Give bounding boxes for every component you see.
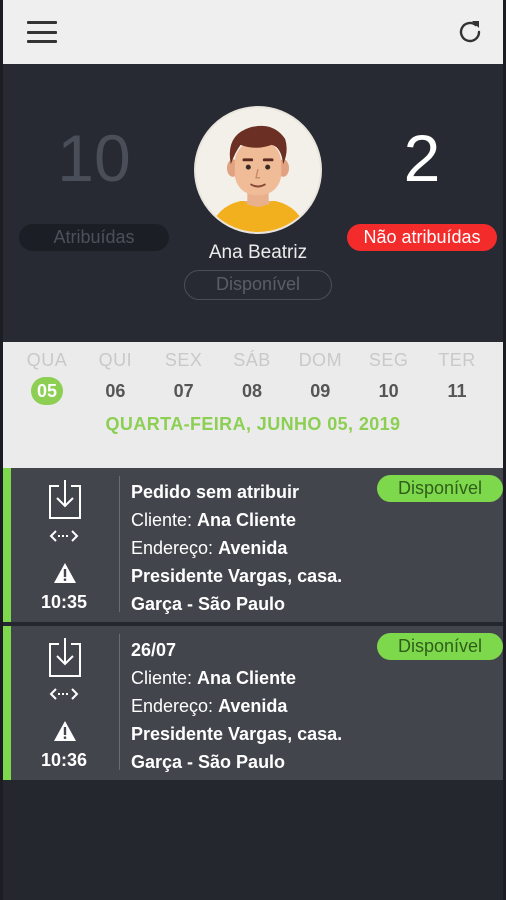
transfer-arrows-icon[interactable] xyxy=(49,528,79,544)
address-line-2: Presidente Vargas, casa. xyxy=(131,724,343,744)
order-time: 10:35 xyxy=(40,592,88,612)
order-actions: 10:36 xyxy=(11,626,117,780)
client-label: Cliente: xyxy=(131,510,193,530)
address-line-1: Avenida xyxy=(218,538,288,558)
day-date: 06 xyxy=(105,381,126,401)
order-actions: 10:35 xyxy=(11,468,117,622)
divider xyxy=(119,634,120,770)
day-name: QUI xyxy=(98,350,133,370)
day-item-sab[interactable]: SÁB 08 xyxy=(218,350,286,405)
selected-date-label: QUARTA-FEIRA, JUNHO 05, 2019 xyxy=(105,414,401,434)
order-time: 10:36 xyxy=(40,750,88,770)
day-date: 07 xyxy=(173,381,194,401)
calendar-strip: QUA 05 QUI 06 SEX 07 SÁB 08 DOM 09 SEG 1… xyxy=(3,342,503,468)
day-date: 11 xyxy=(447,381,467,401)
day-date: 10 xyxy=(378,381,399,401)
day-name: SEG xyxy=(368,350,409,370)
user-status-button[interactable]: Disponível xyxy=(184,270,332,300)
client-name: Ana Cliente xyxy=(197,668,297,688)
day-name: SEX xyxy=(164,350,203,370)
refresh-icon[interactable] xyxy=(455,17,485,47)
day-item-dom[interactable]: DOM 09 xyxy=(286,350,354,405)
order-title: Pedido sem atribuir xyxy=(131,482,300,502)
address-line-1: Avenida xyxy=(218,696,288,716)
warning-icon xyxy=(54,721,76,741)
assigned-button[interactable]: Atribuídas xyxy=(19,224,169,251)
day-item-qui[interactable]: QUI 06 xyxy=(81,350,149,405)
order-card[interactable]: 10:36 26/07 Cliente: Ana Cliente Endereç… xyxy=(3,626,503,780)
day-item-qua[interactable]: QUA 05 xyxy=(13,350,81,405)
address-label: Endereço: xyxy=(131,696,214,716)
address-line-2: Presidente Vargas, casa. xyxy=(131,566,343,586)
unassigned-button[interactable]: Não atribuídas xyxy=(347,224,497,251)
day-name: SÁB xyxy=(233,350,271,370)
client-label: Cliente: xyxy=(131,668,193,688)
user-avatar-icon xyxy=(196,108,320,232)
menu-icon[interactable] xyxy=(27,21,57,43)
order-details: Pedido sem atribuir Cliente: Ana Cliente… xyxy=(131,478,421,618)
warning-icon xyxy=(54,563,76,583)
day-item-sex[interactable]: SEX 07 xyxy=(150,350,218,405)
assigned-count: 10 xyxy=(57,121,131,195)
client-name: Ana Cliente xyxy=(197,510,297,530)
status-badge: Disponível xyxy=(377,633,503,660)
unassigned-count: 2 xyxy=(403,121,441,195)
day-date: 09 xyxy=(310,381,331,401)
divider xyxy=(119,476,120,612)
day-item-seg[interactable]: SEG 10 xyxy=(355,350,423,405)
order-details: 26/07 Cliente: Ana Cliente Endereço: Ave… xyxy=(131,636,421,776)
transfer-arrows-icon[interactable] xyxy=(49,686,79,702)
user-name: Ana Beatriz xyxy=(208,242,308,263)
day-name: TER xyxy=(438,350,476,370)
order-card[interactable]: 10:35 Pedido sem atribuir Cliente: Ana C… xyxy=(3,468,503,622)
top-bar xyxy=(3,0,503,64)
address-line-3: Garça - São Paulo xyxy=(131,594,286,614)
stats-header: 10 Atribuídas 2 Não atribuídas Ana Beatr… xyxy=(3,64,503,342)
day-date: 05 xyxy=(31,377,63,405)
day-selector: QUA 05 QUI 06 SEX 07 SÁB 08 DOM 09 SEG 1… xyxy=(13,350,491,405)
download-icon[interactable] xyxy=(47,636,83,678)
download-icon[interactable] xyxy=(47,478,83,520)
avatar[interactable] xyxy=(194,106,322,234)
address-line-3: Garça - São Paulo xyxy=(131,752,286,772)
day-date: 08 xyxy=(241,381,262,401)
day-name: DOM xyxy=(298,350,343,370)
status-badge: Disponível xyxy=(377,475,503,502)
day-name: QUA xyxy=(26,350,68,370)
address-label: Endereço: xyxy=(131,538,214,558)
order-title: 26/07 xyxy=(131,640,177,660)
app-frame: 10 Atribuídas 2 Não atribuídas Ana Beatr… xyxy=(0,0,506,900)
day-item-ter[interactable]: TER 11 xyxy=(423,350,491,405)
